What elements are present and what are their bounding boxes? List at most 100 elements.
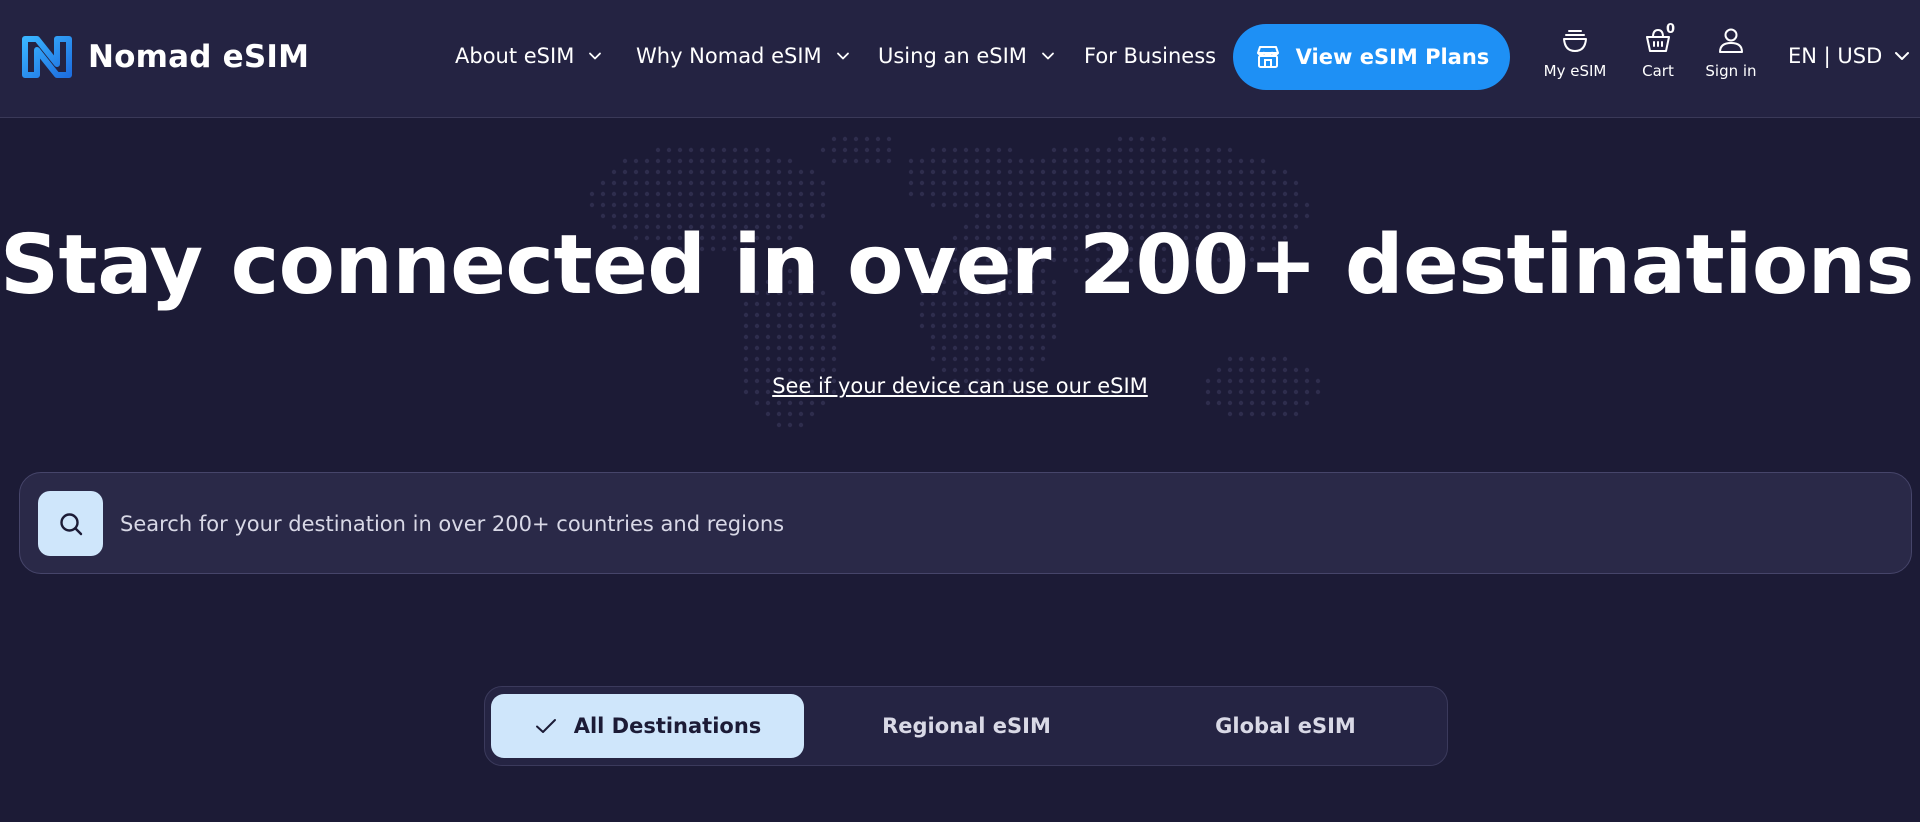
map-dot (919, 180, 925, 186)
destination-search-bar (19, 472, 1912, 574)
map-dot (798, 191, 804, 197)
map-dot (831, 334, 837, 340)
view-esim-plans-button[interactable]: View eSIM Plans (1233, 24, 1510, 90)
map-dot (699, 147, 705, 153)
map-dot (820, 312, 826, 318)
map-dot (600, 202, 606, 208)
map-dot (666, 180, 672, 186)
map-dot (1106, 202, 1112, 208)
map-dot (974, 158, 980, 164)
map-dot (1249, 191, 1255, 197)
map-dot (1260, 180, 1266, 186)
map-dot (1216, 158, 1222, 164)
map-dot (677, 169, 683, 175)
nav-for-business[interactable]: For Business (1084, 36, 1216, 76)
map-dot (1194, 191, 1200, 197)
device-compatibility-link[interactable]: See if your device can use our eSIM (0, 374, 1920, 398)
map-dot (941, 323, 947, 329)
map-dot (677, 180, 683, 186)
my-esim-button[interactable]: My eSIM (1530, 26, 1620, 90)
map-dot (1084, 169, 1090, 175)
map-dot (941, 312, 947, 318)
brand-name: Nomad eSIM (88, 39, 310, 75)
map-dot (1304, 400, 1310, 406)
map-dot (1260, 367, 1266, 373)
language-currency-selector[interactable]: EN | USD (1788, 36, 1910, 76)
map-dot (776, 180, 782, 186)
map-dot (666, 147, 672, 153)
nav-using-an-esim[interactable]: Using an eSIM (878, 36, 1055, 76)
map-dot (776, 191, 782, 197)
map-dot (798, 345, 804, 351)
map-dot (1084, 191, 1090, 197)
map-dot (644, 158, 650, 164)
map-dot (677, 158, 683, 164)
map-dot (1282, 400, 1288, 406)
map-dot (666, 191, 672, 197)
map-dot (930, 169, 936, 175)
tab-regional-esim[interactable]: Regional eSIM (810, 694, 1123, 758)
map-dot (1106, 180, 1112, 186)
destination-search-input[interactable] (120, 503, 1880, 545)
map-dot (754, 367, 760, 373)
map-dot (908, 191, 914, 197)
map-dot (787, 169, 793, 175)
map-dot (886, 136, 892, 142)
map-dot (996, 334, 1002, 340)
map-dot (1271, 169, 1277, 175)
map-dot (1249, 367, 1255, 373)
map-dot (743, 367, 749, 373)
tab-label: All Destinations (573, 714, 762, 738)
map-dot (996, 312, 1002, 318)
map-dot (1238, 411, 1244, 417)
nav-label: Why Nomad eSIM (636, 44, 822, 68)
map-dot (1238, 169, 1244, 175)
map-dot (1106, 191, 1112, 197)
brand-logo[interactable]: Nomad eSIM (20, 34, 309, 80)
map-dot (952, 345, 958, 351)
map-dot (1139, 158, 1145, 164)
map-dot (699, 180, 705, 186)
map-dot (974, 202, 980, 208)
map-dot (732, 169, 738, 175)
nav-why-nomad-esim[interactable]: Why Nomad eSIM (636, 36, 850, 76)
map-dot (1194, 202, 1200, 208)
map-dot (1238, 367, 1244, 373)
map-dot (952, 312, 958, 318)
map-dot (754, 400, 760, 406)
map-dot (1018, 180, 1024, 186)
map-dot (1117, 136, 1123, 142)
map-dot (1040, 345, 1046, 351)
map-dot (1293, 202, 1299, 208)
map-dot (1249, 169, 1255, 175)
map-dot (1073, 202, 1079, 208)
chevron-down-icon (589, 52, 602, 60)
map-dot (908, 180, 914, 186)
map-dot (710, 191, 716, 197)
map-dot (952, 323, 958, 329)
map-dot (1227, 147, 1233, 153)
map-dot (688, 169, 694, 175)
map-dot (1128, 180, 1134, 186)
search-button[interactable] (38, 491, 103, 556)
map-dot (754, 158, 760, 164)
map-dot (1128, 191, 1134, 197)
nav-about-esim[interactable]: About eSIM (455, 36, 602, 76)
tab-global-esim[interactable]: Global eSIM (1129, 694, 1442, 758)
map-dot (1238, 356, 1244, 362)
map-dot (1095, 158, 1101, 164)
map-dot (1117, 158, 1123, 164)
tab-all-destinations[interactable]: All Destinations (491, 694, 804, 758)
map-dot (831, 158, 837, 164)
map-dot (919, 191, 925, 197)
map-dot (974, 312, 980, 318)
map-dot (1073, 180, 1079, 186)
map-dot (644, 191, 650, 197)
map-dot (886, 158, 892, 164)
map-dot (1095, 180, 1101, 186)
sign-in-button[interactable]: Sign in (1686, 26, 1776, 90)
map-dot (831, 312, 837, 318)
map-dot (1271, 191, 1277, 197)
tab-label: Global eSIM (1215, 714, 1356, 738)
map-dot (1128, 158, 1134, 164)
